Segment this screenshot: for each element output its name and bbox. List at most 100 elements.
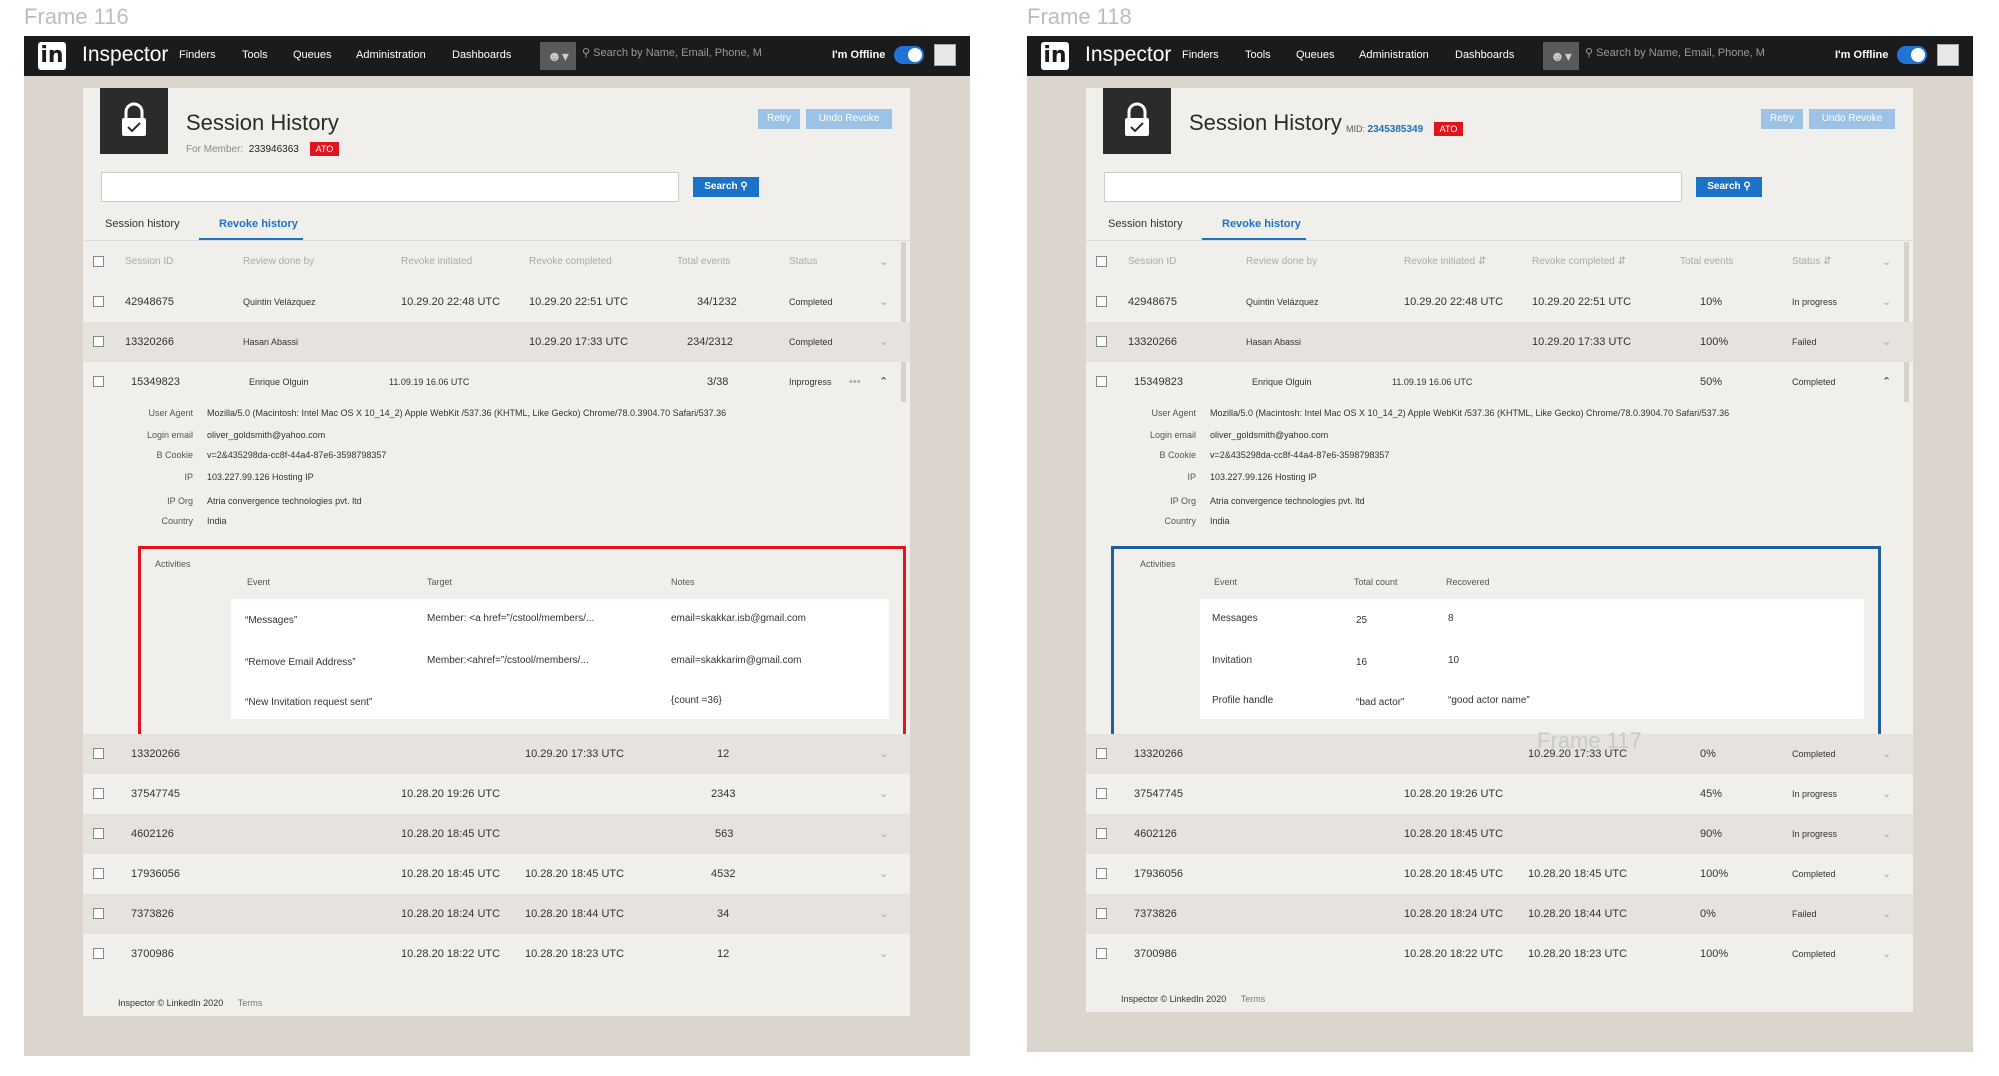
nav-finders[interactable]: Finders — [179, 49, 216, 61]
tab-session-history[interactable]: Session history — [105, 218, 180, 230]
col-session-id[interactable]: Session ID — [1128, 242, 1176, 282]
chevron-down-icon[interactable]: ⌄ — [879, 934, 888, 974]
chevron-down-icon[interactable]: ⌄ — [1882, 894, 1891, 934]
chevron-down-icon[interactable]: ⌄ — [879, 242, 888, 282]
chevron-up-icon[interactable]: ⌃ — [879, 362, 888, 402]
table-row[interactable]: 42948675 Quintin Velázquez 10.29.20 22:4… — [1086, 282, 1913, 322]
row-checkbox[interactable] — [93, 748, 104, 759]
row-checkbox[interactable] — [93, 828, 104, 839]
col-total-events[interactable]: Total events — [677, 242, 730, 282]
table-row[interactable]: 4602126 10.28.20 18:45 UTC 90% In progre… — [1086, 814, 1913, 854]
row-checkbox[interactable] — [93, 788, 104, 799]
row-checkbox[interactable] — [93, 336, 104, 347]
col-status[interactable]: Status ⇵ — [1792, 242, 1832, 282]
row-checkbox[interactable] — [1096, 788, 1107, 799]
linkedin-logo[interactable]: in — [38, 42, 66, 70]
row-checkbox[interactable] — [1096, 296, 1107, 307]
table-row[interactable]: 17936056 10.28.20 18:45 UTC 10.28.20 18:… — [1086, 854, 1913, 894]
table-row[interactable]: 3700986 10.28.20 18:22 UTC 10.28.20 18:2… — [83, 934, 910, 974]
chevron-down-icon[interactable]: ⌄ — [879, 282, 888, 322]
chevron-down-icon[interactable]: ⌄ — [1882, 854, 1891, 894]
table-row[interactable]: 37547745 10.28.20 19:26 UTC 45% In progr… — [1086, 774, 1913, 814]
offline-toggle[interactable] — [894, 46, 924, 64]
chevron-down-icon[interactable]: ⌄ — [1882, 814, 1891, 854]
select-all-checkbox[interactable] — [1096, 256, 1107, 267]
mid-value[interactable]: 2345385349 — [1368, 124, 1424, 135]
table-row[interactable]: 4602126 10.28.20 18:45 UTC 563 ⌄ — [83, 814, 910, 854]
table-row[interactable]: 37547745 10.28.20 19:26 UTC 2343 ⌄ — [83, 774, 910, 814]
chevron-up-icon[interactable]: ⌃ — [1882, 362, 1891, 402]
avatar[interactable] — [934, 44, 956, 66]
row-checkbox[interactable] — [1096, 828, 1107, 839]
table-row[interactable]: 13320266 Hasan Abassi 10.29.20 17:33 UTC… — [83, 322, 910, 362]
chevron-down-icon[interactable]: ⌄ — [879, 322, 888, 362]
chevron-down-icon[interactable]: ⌄ — [1882, 322, 1891, 362]
tab-session-history[interactable]: Session history — [1108, 218, 1183, 230]
nav-administration[interactable]: Administration — [1359, 49, 1429, 61]
nav-administration[interactable]: Administration — [356, 49, 426, 61]
row-checkbox[interactable] — [1096, 336, 1107, 347]
nav-search-input[interactable]: ⚲ Search by Name, Email, Phone, M — [582, 46, 772, 59]
table-row[interactable]: 13320266 Hasan Abassi 10.29.20 17:33 UTC… — [1086, 322, 1913, 362]
table-row[interactable]: 13320266 10.29.20 17:33 UTC 12 ⌄ — [83, 734, 910, 774]
terms-link[interactable]: Terms — [1241, 994, 1266, 1004]
chevron-down-icon[interactable]: ⌄ — [1882, 934, 1891, 974]
select-all-checkbox[interactable] — [93, 256, 104, 267]
chevron-down-icon[interactable]: ⌄ — [879, 894, 888, 934]
nav-search-input[interactable]: ⚲ Search by Name, Email, Phone, M — [1585, 46, 1775, 59]
undo-revoke-button[interactable]: Undo Revoke — [1809, 109, 1895, 129]
retry-button[interactable]: Retry — [1761, 109, 1803, 129]
table-row[interactable]: 42948675 Quintin Velázquez 10.29.20 22:4… — [83, 282, 910, 322]
col-completed[interactable]: Revoke completed — [529, 242, 612, 282]
nav-queues[interactable]: Queues — [1296, 49, 1335, 61]
retry-button[interactable]: Retry — [758, 109, 800, 129]
table-row[interactable]: 17936056 10.28.20 18:45 UTC 10.28.20 18:… — [83, 854, 910, 894]
chevron-down-icon[interactable]: ⌄ — [1882, 282, 1891, 322]
person-icon[interactable]: ☻▾ — [540, 42, 576, 70]
row-checkbox[interactable] — [93, 296, 104, 307]
col-session-id[interactable]: Session ID — [125, 242, 173, 282]
chevron-down-icon[interactable]: ⌄ — [1882, 242, 1891, 282]
chevron-down-icon[interactable]: ⌄ — [879, 854, 888, 894]
chevron-down-icon[interactable]: ⌄ — [879, 814, 888, 854]
chevron-down-icon[interactable]: ⌄ — [1882, 734, 1891, 774]
col-initiated[interactable]: Revoke initiated — [401, 242, 472, 282]
search-input[interactable] — [101, 172, 679, 202]
col-reviewer[interactable]: Review done by — [1246, 242, 1317, 282]
col-total-events[interactable]: Total events — [1680, 242, 1733, 282]
row-checkbox[interactable] — [93, 376, 104, 387]
col-reviewer[interactable]: Review done by — [243, 242, 314, 282]
table-row-expanded[interactable]: 15349823 Enrique Olguin 11.09.19 16.06 U… — [83, 362, 910, 402]
row-checkbox[interactable] — [1096, 376, 1107, 387]
nav-dashboards[interactable]: Dashboards — [1455, 49, 1514, 61]
col-initiated[interactable]: Revoke initiated ⇵ — [1404, 242, 1486, 282]
nav-tools[interactable]: Tools — [242, 49, 268, 61]
search-button[interactable]: Search ⚲ — [693, 177, 759, 197]
search-button[interactable]: Search ⚲ — [1696, 177, 1762, 197]
row-checkbox[interactable] — [1096, 868, 1107, 879]
row-checkbox[interactable] — [1096, 948, 1107, 959]
row-checkbox[interactable] — [1096, 748, 1107, 759]
table-row[interactable]: 3700986 10.28.20 18:22 UTC 10.28.20 18:2… — [1086, 934, 1913, 974]
table-row[interactable]: 7373826 10.28.20 18:24 UTC 10.28.20 18:4… — [83, 894, 910, 934]
row-checkbox[interactable] — [93, 908, 104, 919]
chevron-down-icon[interactable]: ⌄ — [879, 734, 888, 774]
table-row[interactable]: 13320266 10.29.20 17:33 UTC 0% Completed… — [1086, 734, 1913, 774]
offline-toggle[interactable] — [1897, 46, 1927, 64]
more-icon[interactable]: ••• — [849, 362, 861, 402]
nav-tools[interactable]: Tools — [1245, 49, 1271, 61]
tab-revoke-history[interactable]: Revoke history — [1222, 218, 1301, 230]
search-input[interactable] — [1104, 172, 1682, 202]
terms-link[interactable]: Terms — [238, 998, 263, 1008]
linkedin-logo[interactable]: in — [1041, 42, 1069, 70]
tab-revoke-history[interactable]: Revoke history — [219, 218, 298, 230]
row-checkbox[interactable] — [1096, 908, 1107, 919]
table-row-expanded[interactable]: 15349823 Enrique Olguin 11.09.19 16.06 U… — [1086, 362, 1913, 402]
row-checkbox[interactable] — [93, 948, 104, 959]
person-icon[interactable]: ☻▾ — [1543, 42, 1579, 70]
nav-finders[interactable]: Finders — [1182, 49, 1219, 61]
chevron-down-icon[interactable]: ⌄ — [1882, 774, 1891, 814]
avatar[interactable] — [1937, 44, 1959, 66]
nav-dashboards[interactable]: Dashboards — [452, 49, 511, 61]
col-status[interactable]: Status — [789, 242, 817, 282]
